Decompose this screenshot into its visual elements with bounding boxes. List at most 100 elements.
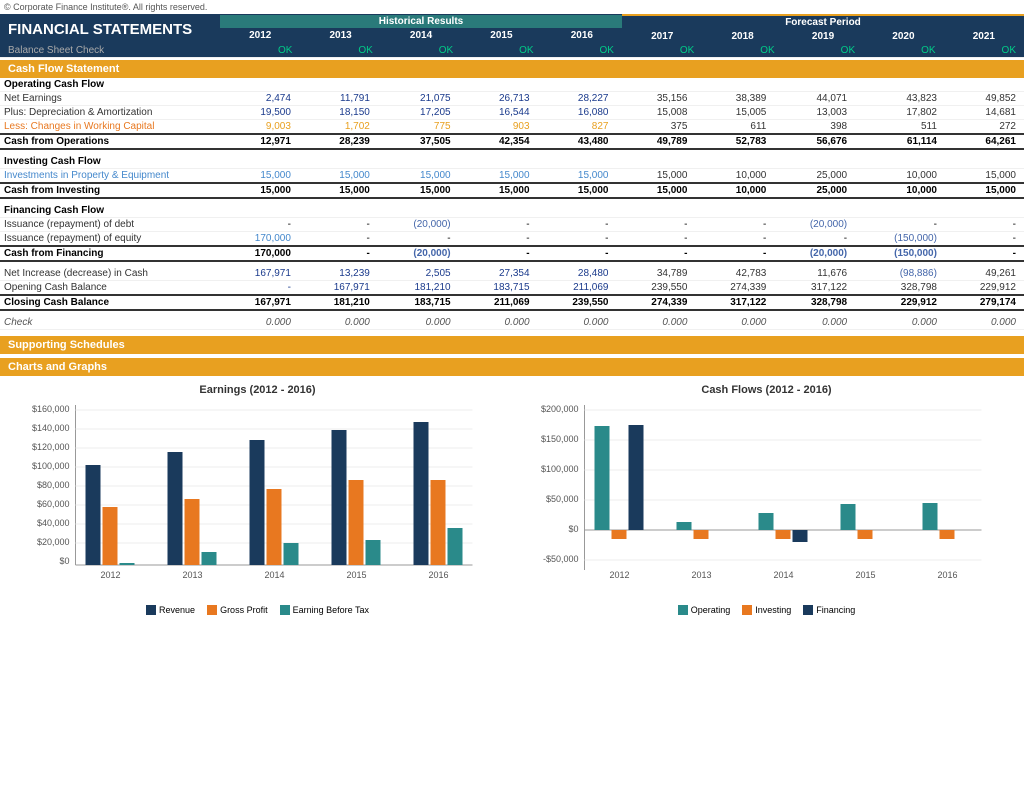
forecast-years: 2017 2018 2019 2020 2021 bbox=[622, 29, 1024, 44]
legend-investing-label: Investing bbox=[755, 605, 791, 615]
fore-year-2018: 2018 bbox=[702, 29, 782, 44]
bsc-val-3: OK bbox=[461, 44, 541, 58]
legend-ebt-label: Earning Before Tax bbox=[293, 605, 369, 615]
check-label: Check bbox=[0, 316, 220, 330]
cash-financing-row: Cash from Financing 170,000 - (20,000) -… bbox=[0, 246, 1024, 261]
chk-v3: 0.000 bbox=[459, 316, 538, 330]
svg-text:$80,000: $80,000 bbox=[37, 480, 70, 490]
chk-v0: 0.000 bbox=[220, 316, 299, 330]
wc-v7: 398 bbox=[774, 120, 855, 135]
dep-v1: 18,150 bbox=[299, 106, 378, 120]
cashflow-chart-area: $200,000 $150,000 $100,000 $50,000 $0 -$… bbox=[517, 400, 1016, 600]
investing-title: Investing Cash Flow bbox=[0, 155, 220, 169]
cf-inv-2015 bbox=[858, 530, 873, 539]
cash-ops-v5: 49,789 bbox=[616, 134, 695, 149]
historical-label: Historical Results bbox=[220, 15, 622, 28]
earn-rev-2012 bbox=[86, 465, 101, 565]
cash-flow-table: Operating Cash Flow Net Earnings 2,474 1… bbox=[0, 78, 1024, 330]
oc-v6: 274,339 bbox=[695, 281, 774, 296]
cash-flow-section-header: Cash Flow Statement bbox=[0, 60, 1024, 78]
legend-op-label: Operating bbox=[691, 605, 731, 615]
chk-v2: 0.000 bbox=[378, 316, 459, 330]
issuance-debt-row: Issuance (repayment) of debt - - (20,000… bbox=[0, 218, 1024, 232]
earn-rev-2014 bbox=[250, 440, 265, 565]
cc-v8: 229,912 bbox=[855, 295, 945, 310]
ise-v8: (150,000) bbox=[855, 232, 945, 247]
legend-gp-box bbox=[207, 605, 217, 615]
wc-v5: 375 bbox=[616, 120, 695, 135]
net-earnings-v3: 26,713 bbox=[459, 92, 538, 106]
cash-inv-v1: 15,000 bbox=[299, 183, 378, 198]
svg-text:$150,000: $150,000 bbox=[541, 434, 579, 444]
balance-sheet-check-row: Balance Sheet Check OK OK OK OK OK OK OK… bbox=[0, 44, 1024, 58]
cash-ops-v0: 12,971 bbox=[220, 134, 299, 149]
cash-fin-v0: 170,000 bbox=[220, 246, 299, 261]
charts-section: Earnings (2012 - 2016) $160,000 $140,000… bbox=[0, 376, 1024, 604]
inv-v0: 15,000 bbox=[220, 169, 299, 184]
inv-v8: 10,000 bbox=[855, 169, 945, 184]
cash-ops-label: Cash from Operations bbox=[0, 134, 220, 149]
ni-v4: 28,480 bbox=[538, 267, 617, 281]
net-inc-label: Net Increase (decrease) in Cash bbox=[0, 267, 220, 281]
forecast-group: Forecast Period 2017 2018 2019 2020 2021 bbox=[622, 14, 1024, 44]
ni-v5: 34,789 bbox=[616, 267, 695, 281]
net-earnings-label: Net Earnings bbox=[0, 92, 220, 106]
issuance-debt-label: Issuance (repayment) of debt bbox=[0, 218, 220, 232]
svg-text:2015: 2015 bbox=[346, 570, 366, 580]
bsc-label: Balance Sheet Check bbox=[0, 44, 220, 58]
cashflow-svg: $200,000 $150,000 $100,000 $50,000 $0 -$… bbox=[517, 400, 1016, 600]
cash-inv-v6: 10,000 bbox=[695, 183, 774, 198]
isd-v8: - bbox=[855, 218, 945, 232]
cash-investing-row: Cash from Investing 15,000 15,000 15,000… bbox=[0, 183, 1024, 198]
wc-v8: 511 bbox=[855, 120, 945, 135]
isd-v5: - bbox=[616, 218, 695, 232]
svg-text:2013: 2013 bbox=[691, 570, 711, 580]
copyright-text: © Corporate Finance Institute®. All righ… bbox=[0, 0, 1024, 14]
earn-ebt-2013 bbox=[202, 552, 217, 565]
hist-year-2013: 2013 bbox=[300, 28, 380, 43]
earn-gp-2016 bbox=[431, 480, 446, 565]
earn-gp-2013 bbox=[185, 499, 200, 565]
operating-title-row: Operating Cash Flow bbox=[0, 78, 1024, 92]
cf-inv-2014 bbox=[776, 530, 791, 539]
cc-v0: 167,971 bbox=[220, 295, 299, 310]
oc-v9: 229,912 bbox=[945, 281, 1024, 296]
cf-op-2013 bbox=[677, 522, 692, 530]
cash-inv-v0: 15,000 bbox=[220, 183, 299, 198]
forecast-label: Forecast Period bbox=[622, 14, 1024, 29]
fore-year-2019: 2019 bbox=[783, 29, 863, 44]
cc-v5: 274,339 bbox=[616, 295, 695, 310]
dep-v9: 14,681 bbox=[945, 106, 1024, 120]
svg-text:-$50,000: -$50,000 bbox=[543, 554, 579, 564]
svg-text:$140,000: $140,000 bbox=[32, 423, 70, 433]
charts-graphs-header: Charts and Graphs bbox=[0, 358, 1024, 376]
svg-text:$40,000: $40,000 bbox=[37, 518, 70, 528]
isd-v6: - bbox=[695, 218, 774, 232]
ise-v2: - bbox=[378, 232, 459, 247]
legend-revenue-label: Revenue bbox=[159, 605, 195, 615]
chk-v9: 0.000 bbox=[945, 316, 1024, 330]
isd-v9: - bbox=[945, 218, 1024, 232]
legend-ebt: Earning Before Tax bbox=[280, 605, 369, 615]
dep-v0: 19,500 bbox=[220, 106, 299, 120]
investments-row: Investments in Property & Equipment 15,0… bbox=[0, 169, 1024, 184]
net-earnings-v8: 43,823 bbox=[855, 92, 945, 106]
legend-financing-label: Financing bbox=[816, 605, 855, 615]
issuance-equity-label: Issuance (repayment) of equity bbox=[0, 232, 220, 247]
oc-v5: 239,550 bbox=[616, 281, 695, 296]
cash-ops-v7: 56,676 bbox=[774, 134, 855, 149]
wc-v2: 775 bbox=[378, 120, 459, 135]
historical-group: Historical Results 2012 2013 2014 2015 2… bbox=[220, 15, 622, 43]
earnings-chart: Earnings (2012 - 2016) $160,000 $140,000… bbox=[8, 384, 507, 600]
cf-op-2016 bbox=[923, 503, 938, 530]
dep-v5: 15,008 bbox=[616, 106, 695, 120]
oc-v4: 211,069 bbox=[538, 281, 617, 296]
cc-v2: 183,715 bbox=[378, 295, 459, 310]
ni-v1: 13,239 bbox=[299, 267, 378, 281]
net-earnings-v4: 28,227 bbox=[538, 92, 617, 106]
legend-gross-profit: Gross Profit bbox=[207, 605, 268, 615]
net-earnings-v5: 35,156 bbox=[616, 92, 695, 106]
hist-year-2012: 2012 bbox=[220, 28, 300, 43]
cash-inv-v7: 25,000 bbox=[774, 183, 855, 198]
inv-v2: 15,000 bbox=[378, 169, 459, 184]
